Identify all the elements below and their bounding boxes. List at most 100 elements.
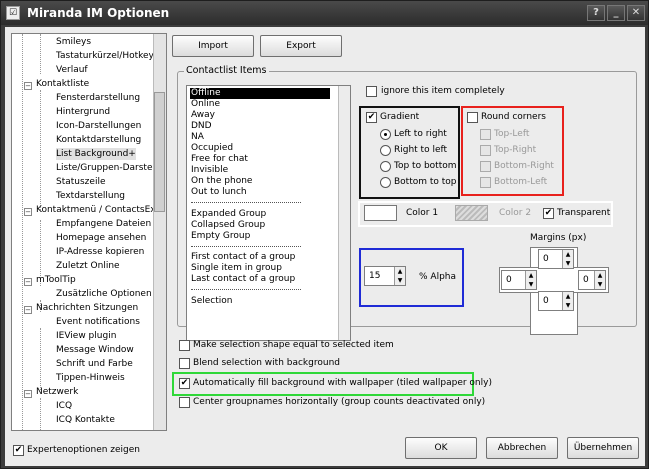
cancel-button[interactable]: Abbrechen <box>486 437 558 459</box>
ignore-label: ignore this item completely <box>381 86 505 96</box>
list-item[interactable]: Out to lunch <box>191 187 247 198</box>
top-left-checkbox[interactable] <box>480 129 491 140</box>
collapse-icon[interactable]: − <box>24 390 32 398</box>
options-tree[interactable]: Smileys Tastaturkürzel/Hotkeys Verlauf −… <box>11 33 167 431</box>
tree-item[interactable]: Hintergrund <box>56 106 110 118</box>
tree-item[interactable]: Smileys <box>56 36 91 48</box>
collapse-icon[interactable]: − <box>24 278 32 286</box>
tree-item[interactable]: Nachrichten Sitzungen <box>36 302 138 314</box>
list-item[interactable]: DND <box>191 121 212 132</box>
tree-item[interactable]: Empfangene Dateien an <box>56 218 165 230</box>
tree-item[interactable]: Kontaktmenü / ContactsEx <box>36 204 156 216</box>
import-button[interactable]: Import <box>172 35 254 57</box>
list-item[interactable]: Away <box>191 110 215 121</box>
tree-item-selected[interactable]: List Background+ <box>56 148 136 160</box>
margin-right-spinner[interactable]: 0 ▲ ▼ <box>578 270 606 290</box>
list-item[interactable]: Invisible <box>191 165 228 176</box>
contactlist-items-list[interactable]: Offline Online Away DND NA Occupied Free… <box>186 85 351 341</box>
list-item[interactable]: Selection <box>191 296 232 307</box>
top-to-bottom-label: Top to bottom <box>394 161 457 171</box>
bottom-to-top-radio[interactable] <box>380 177 391 188</box>
help-icon[interactable]: ? <box>587 5 605 21</box>
list-item[interactable]: Occupied <box>191 143 233 154</box>
list-item[interactable]: Last contact of a group <box>191 274 295 285</box>
ok-button[interactable]: OK <box>405 437 477 459</box>
spinner-arrows-icon[interactable]: ▲ ▼ <box>594 271 605 289</box>
tree-item[interactable]: Liste/Gruppen-Darstellung <box>56 162 166 174</box>
selection-shape-checkbox[interactable] <box>179 340 190 351</box>
bottom-right-checkbox[interactable] <box>480 161 491 172</box>
tree-item[interactable]: IEView plugin <box>56 330 116 342</box>
margin-left-spinner[interactable]: 0 ▲ ▼ <box>501 270 537 290</box>
spinner-arrows-icon[interactable]: ▲ ▼ <box>394 267 405 285</box>
scrollbar-thumb[interactable] <box>154 92 165 212</box>
center-groupnames-checkbox[interactable] <box>179 397 190 408</box>
tree-item[interactable]: Kontaktliste <box>36 78 89 90</box>
blend-selection-checkbox[interactable] <box>179 358 190 369</box>
tree-item[interactable]: Tastaturkürzel/Hotkeys <box>56 50 159 62</box>
margin-left-value: 0 <box>506 275 512 285</box>
checklist-icon: ☑ <box>6 6 20 20</box>
list-item[interactable]: On the phone <box>191 176 252 187</box>
tree-item[interactable]: Statuszeile <box>56 176 105 188</box>
transparent-checkbox[interactable]: ✔ <box>543 208 554 219</box>
list-item[interactable]: Collapsed Group <box>191 220 265 231</box>
spinner-arrows-icon[interactable]: ▲ ▼ <box>562 250 573 268</box>
tree-item[interactable]: Zuletzt Online <box>56 260 120 272</box>
export-button[interactable]: Export <box>260 35 342 57</box>
list-item[interactable]: Online <box>191 99 220 110</box>
color2-label: Color 2 <box>499 208 532 218</box>
wallpaper-checkbox[interactable]: ✔ <box>179 378 190 389</box>
tree-item[interactable]: ICQ <box>56 400 72 412</box>
color1-swatch[interactable] <box>364 205 397 221</box>
list-item[interactable]: First contact of a group <box>191 252 295 263</box>
list-item[interactable]: Expanded Group <box>191 209 266 220</box>
right-to-left-radio[interactable] <box>380 145 391 156</box>
expert-options-checkbox[interactable]: ✔ <box>13 445 24 456</box>
list-item[interactable]: Free for chat <box>191 154 248 165</box>
tree-scrollbar[interactable] <box>153 34 166 430</box>
margin-top-spinner[interactable]: 0 ▲ ▼ <box>538 249 574 269</box>
alpha-spinner[interactable]: 15 ▲ ▼ <box>364 266 406 286</box>
tree-item[interactable]: Kontaktdarstellung <box>56 134 141 146</box>
tree-item[interactable]: Event notifications <box>56 316 140 328</box>
tree-item[interactable]: Netzwerk <box>36 386 78 398</box>
top-right-checkbox[interactable] <box>480 145 491 156</box>
list-item[interactable]: NA <box>191 132 204 143</box>
tree-item[interactable]: Message Window <box>56 344 134 356</box>
bottom-left-checkbox[interactable] <box>480 177 491 188</box>
margin-bottom-value: 0 <box>543 296 549 306</box>
tree-item[interactable]: Fensterdarstellung <box>56 92 140 104</box>
spinner-arrows-icon[interactable]: ▲ ▼ <box>562 292 573 310</box>
tree-item[interactable]: mToolTip <box>36 274 76 286</box>
alpha-label: % Alpha <box>419 272 457 282</box>
tree-item[interactable]: Schrift und Farbe <box>56 358 133 370</box>
tree-item[interactable]: Zusätzliche Optionen <box>56 288 152 300</box>
margin-bottom-spinner[interactable]: 0 ▲ ▼ <box>538 291 574 311</box>
list-separator <box>191 202 301 203</box>
apply-button[interactable]: Übernehmen <box>567 437 639 459</box>
tree-item[interactable]: IP-Adresse kopieren <box>56 246 144 258</box>
collapse-icon[interactable]: − <box>24 208 32 216</box>
round-corners-checkbox[interactable] <box>467 112 478 123</box>
tree-item[interactable]: Tippen-Hinweis <box>56 372 125 384</box>
tree-item[interactable]: Verlauf <box>56 64 88 76</box>
list-item[interactable]: Empty Group <box>191 231 250 242</box>
left-to-right-radio[interactable] <box>380 129 391 140</box>
collapse-icon[interactable]: − <box>24 306 32 314</box>
minimize-icon[interactable]: _ <box>607 5 625 21</box>
tree-item[interactable]: Homepage ansehen <box>56 232 146 244</box>
spinner-arrows-icon[interactable]: ▲ ▼ <box>525 271 536 289</box>
list-item[interactable]: Offline <box>190 88 330 99</box>
tree-item[interactable]: Textdarstellung <box>56 190 125 202</box>
collapse-icon[interactable]: − <box>24 82 32 90</box>
gradient-checkbox[interactable]: ✔ <box>366 112 377 123</box>
color2-swatch[interactable] <box>455 205 488 221</box>
top-to-bottom-radio[interactable] <box>380 161 391 172</box>
close-icon[interactable]: ✕ <box>627 5 645 21</box>
list-scrollbar[interactable] <box>338 86 350 340</box>
tree-item[interactable]: Icon-Darstellungen <box>56 120 141 132</box>
tree-item[interactable]: ICQ Kontakte <box>56 414 115 426</box>
ignore-checkbox[interactable] <box>366 86 377 97</box>
list-item[interactable]: Single item in group <box>191 263 282 274</box>
